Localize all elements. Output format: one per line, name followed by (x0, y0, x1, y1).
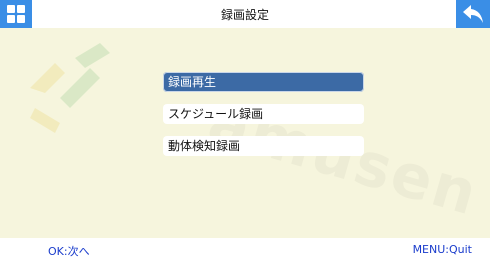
menu-item-motion-recording[interactable]: 動体検知録画 (163, 136, 364, 156)
back-button[interactable] (456, 0, 490, 28)
watermark-logo-icon (30, 43, 110, 133)
back-arrow-icon (463, 5, 483, 23)
menu-quit-hint: MENU:Quit (412, 243, 472, 256)
menu-item-playback[interactable]: 録画再生 (163, 72, 364, 92)
title-bar: 録画設定 (0, 0, 490, 28)
footer-bar: OK:次へ MENU:Quit (0, 238, 490, 276)
app-window: 録画設定 amusen 録画再生 スケジュール録画 動体検知録画 OK:次へ M… (0, 0, 490, 276)
menu-item-schedule-recording[interactable]: スケジュール録画 (163, 104, 364, 124)
page-title: 録画設定 (220, 8, 269, 22)
menu-panel: amusen 録画再生 スケジュール録画 動体検知録画 (0, 28, 490, 238)
ok-hint: OK:次へ (48, 245, 90, 258)
